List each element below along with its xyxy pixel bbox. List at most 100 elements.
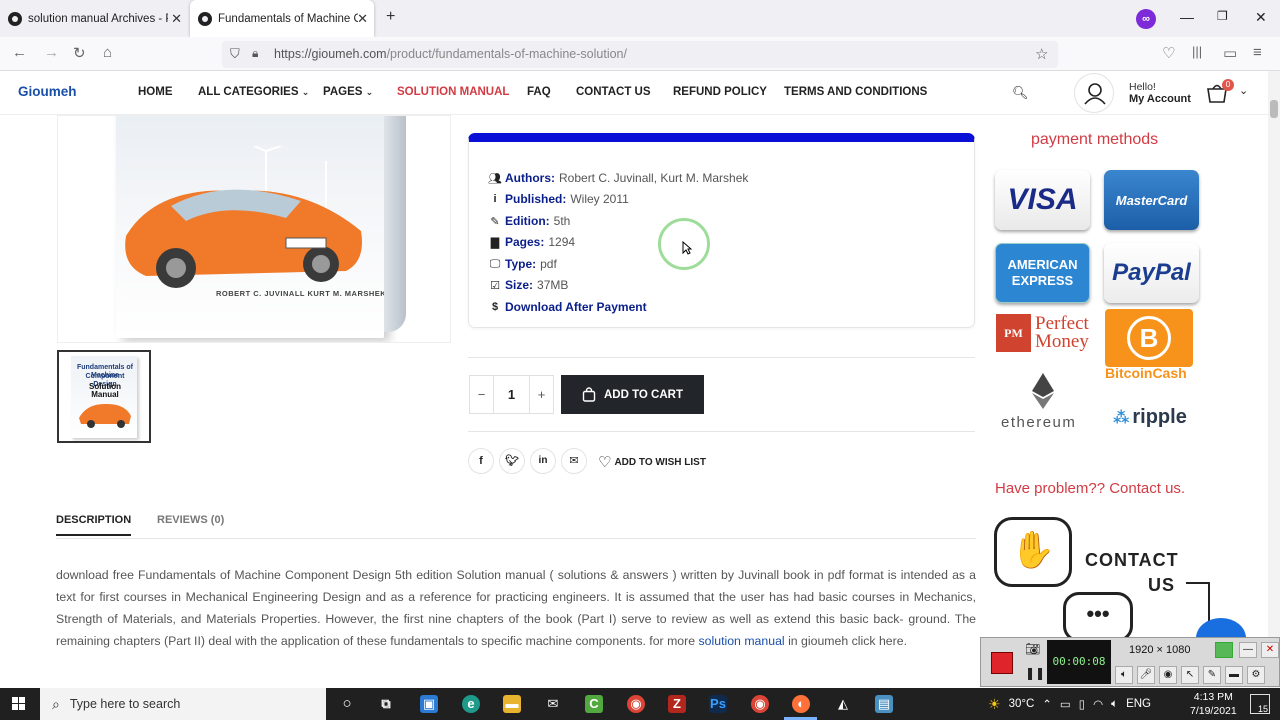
perfect-money-text: Perfect Money [1035,314,1089,351]
quantity-input[interactable]: 1 [494,375,529,414]
taskbar-clock[interactable]: 4:13 PM 7/19/2021 [1190,690,1237,718]
site-logo[interactable]: Gioumeh [18,84,77,99]
share-linkedin-icon[interactable]: in [530,448,556,474]
menu-all-categories[interactable]: ALL CATEGORIES ⌄ [198,86,309,98]
info-value: 1294 [548,235,576,249]
back-icon[interactable]: ← [12,44,27,61]
menu-pages[interactable]: PAGES ⌄ [323,86,373,98]
file-explorer-icon[interactable]: ▬ [503,695,521,713]
hamburger-menu-icon[interactable]: ≡ [1253,44,1262,61]
cursor-icon[interactable]: ↖ [1181,666,1199,684]
wifi-icon[interactable]: ◠ [1093,697,1103,711]
close-recorder-icon[interactable]: ✕ [1261,642,1279,658]
menu-refund-policy[interactable]: REFUND POLICY [673,86,767,98]
restore-window-icon[interactable]: ❐ [1217,9,1228,23]
menu-contact-us[interactable]: CONTACT US [576,86,651,98]
microphone-icon[interactable]: 🎤︎ [1137,666,1155,684]
url-path: /product/fundamentals-of-machine-solutio… [386,47,627,61]
battery-icon[interactable]: ▯ [1079,697,1085,711]
weather-icon[interactable]: ☀ [988,696,1001,713]
photoshop-icon[interactable]: Ps [709,695,727,713]
tab-description[interactable]: DESCRIPTION [56,514,132,536]
menu-solution-manual[interactable]: SOLUTION MANUAL [397,86,509,98]
browser-tab-fundamentals[interactable]: Fundamentals of Machine Comp ✕ [190,0,374,37]
scrollbar-thumb[interactable] [1270,100,1278,118]
library-icon[interactable]: ||| [1192,44,1202,59]
edge-icon[interactable]: e [462,695,480,713]
my-account-link[interactable]: My Account [1129,93,1191,105]
language-indicator[interactable]: ENG [1126,698,1151,710]
reload-icon[interactable]: ↻ [73,44,86,62]
quantity-decrease-button[interactable]: − [469,375,494,414]
download-after-payment-link[interactable]: Download After Payment [505,300,647,314]
cart-chevron-down-icon[interactable]: ⌄ [1239,84,1248,97]
pocket-icon[interactable]: ♡ [1162,44,1175,62]
webcam-icon[interactable]: ◉ [1159,666,1177,684]
close-tab-icon[interactable]: ✕ [357,11,368,27]
window-mode-icon[interactable] [1215,642,1233,658]
contact-us-text[interactable]: US [1148,575,1175,596]
menu-faq[interactable]: FAQ [527,86,551,98]
windows-start-icon[interactable] [12,697,26,711]
close-window-icon[interactable]: ✕ [1255,9,1267,26]
info-row-published: i Published: Wiley 2011 [486,192,628,206]
camtasia-icon[interactable]: C [585,695,603,713]
network-icon[interactable]: ▭ [1060,697,1071,711]
pause-icon[interactable]: ❚❚ [1025,666,1045,680]
bookmark-star-icon[interactable]: ☆ [1035,45,1048,63]
stop-recording-button[interactable] [991,652,1013,674]
new-tab-icon[interactable]: + [386,8,395,26]
photos-icon[interactable]: ▤ [875,695,893,713]
filezilla-icon[interactable]: Z [668,695,686,713]
close-tab-icon[interactable]: ✕ [171,11,182,27]
page-scrollbar[interactable] [1268,71,1280,688]
folder-icon[interactable]: ▬ [1225,666,1243,684]
add-to-wishlist-link[interactable]: ♡ ADD TO WISH LIST [598,453,706,471]
store-icon[interactable]: ▣ [420,695,438,713]
waving-hand-icon[interactable]: ✋ [994,517,1072,587]
task-view-icon[interactable]: ⧉ [377,695,395,713]
account-avatar[interactable] [1074,73,1114,113]
share-twitter-icon[interactable]: 🐦︎ [499,448,525,474]
camera-icon[interactable]: 📷︎ [1025,642,1040,656]
hidden-icons-chevron-icon[interactable]: ⌃ [1042,697,1052,711]
chrome-icon[interactable]: ◉ [627,695,645,713]
chat-bubble-icon[interactable]: ••• [1063,592,1133,642]
menu-terms-and-conditions[interactable]: TERMS AND CONDITIONS [784,86,927,98]
cortana-icon[interactable]: ○ [338,695,356,713]
share-facebook-icon[interactable]: f [468,448,494,474]
sidebar-icon[interactable]: ▭ [1223,44,1237,62]
solution-manual-link[interactable]: solution manual [699,634,785,648]
amex-line: AMERICAN [1007,257,1078,272]
tab-reviews[interactable]: REVIEWS (0) [157,514,224,526]
taskbar-search-box[interactable]: ⌕ Type here to search [40,688,326,720]
add-to-cart-button[interactable]: ADD TO CART [561,375,704,414]
firefox-icon[interactable]: ◐ [792,695,810,713]
weather-temperature[interactable]: 30°C [1009,698,1035,710]
minimize-window-icon[interactable]: — [1180,9,1194,25]
chrome-profile-icon[interactable]: ◉ [751,695,769,713]
menu-home[interactable]: HOME [138,86,173,98]
speaker-icon[interactable]: 🔈︎ [1115,666,1133,684]
notifications-icon[interactable]: 15 [1250,694,1270,714]
tracking-shield-icon[interactable]: ⛉ [230,46,240,62]
lock-icon[interactable]: 🔒︎ [252,46,258,61]
address-bar[interactable]: ⛉ 🔒︎ https://gioumeh.com/product/fundame… [222,41,1058,68]
forward-icon[interactable]: → [44,44,59,61]
pen-icon[interactable]: ✎ [1203,666,1221,684]
minimize-recorder-icon[interactable]: — [1239,642,1257,658]
product-thumbnail[interactable]: Fundamentals of Machine Component Design… [57,350,151,443]
browser-tab-solution-archives[interactable]: solution manual Archives - Page ✕ [0,0,188,37]
product-main-image[interactable]: ROBERT C. JUVINALL KURT M. MARSHEK [57,115,451,343]
mail-icon[interactable]: ✉ [544,695,562,713]
wishlist-label: ADD TO WISH LIST [614,456,706,468]
home-icon[interactable]: ⌂ [103,44,112,61]
settings-gear-icon[interactable]: ⚙ [1247,666,1265,684]
share-email-icon[interactable]: ✉ [561,448,587,474]
info-row-download[interactable]: $ Download After Payment [486,300,651,314]
search-icon[interactable]: 🔍︎ [1012,85,1029,101]
contact-us-text[interactable]: CONTACT [1085,550,1179,571]
volume-icon[interactable]: 🔈︎ [1111,698,1118,711]
app-launcher-icon[interactable]: ◭ [834,695,852,713]
quantity-increase-button[interactable]: + [529,375,554,414]
